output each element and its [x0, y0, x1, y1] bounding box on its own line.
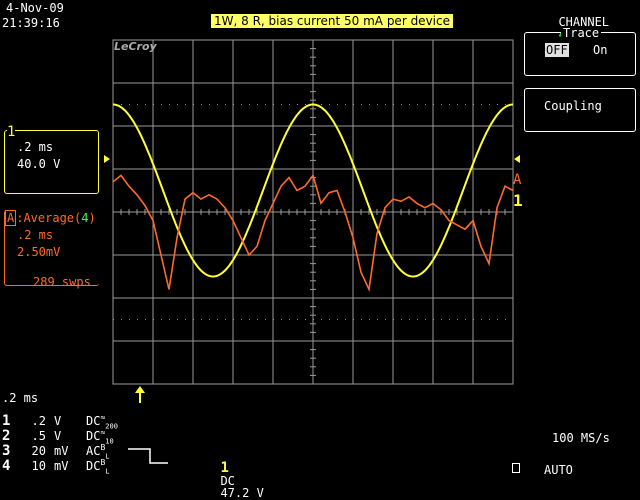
ch-volts: .5	[31, 429, 46, 443]
average-channel: 4	[81, 211, 89, 225]
coupling-menu-button[interactable]: Coupling	[524, 88, 636, 132]
ch-num: 4	[2, 458, 11, 474]
trigger-mode: AUTO	[544, 463, 573, 477]
average-info-panel[interactable]: A:Average(4) .2 ms 2.50mV 289 swps	[4, 210, 99, 289]
timebase-readout: .2 ms	[2, 391, 39, 405]
ch-num: 3	[2, 443, 11, 459]
trace-on-option[interactable]: On	[593, 44, 607, 56]
trigger-level: 47.2 V	[220, 486, 264, 500]
right-offset-marker	[514, 155, 520, 163]
ch-num: 2	[2, 428, 11, 444]
trace-off-option[interactable]: OFF	[545, 43, 569, 57]
average-volts: 2.50mV	[17, 245, 61, 259]
trigger-position-marker	[135, 386, 145, 403]
ch-unit: mV	[54, 444, 69, 458]
average-label: :Average(	[16, 211, 82, 225]
brand-logo: LeCroy	[114, 40, 157, 53]
title-label: 1W, 8 R, bias current 50 mA per device	[211, 14, 453, 28]
trace-menu-title: Trace	[561, 26, 602, 40]
average-id-icon: A	[5, 210, 17, 226]
date-readout: 4-Nov-09	[6, 1, 64, 15]
ch-volts: 10	[31, 459, 46, 473]
ch-coupling: DC	[86, 414, 101, 428]
average-sweeps: 289 swps	[33, 275, 91, 289]
trace1-id: 1	[7, 124, 16, 140]
sample-rate: 100 MS/s	[552, 431, 610, 445]
ch-unit: V	[54, 429, 62, 443]
left-offset-marker	[104, 155, 110, 163]
coupling-label: Coupling	[544, 99, 602, 113]
graticule	[112, 39, 514, 385]
channel-setting-row[interactable]: 4 10 mV DCBL	[2, 459, 110, 475]
channel-setting-row[interactable]: 3 20 mV ACBL	[2, 444, 110, 460]
acquisition-status-icon	[512, 463, 520, 473]
average-timebase: .2 ms	[17, 228, 54, 242]
right-marker-trace1: 1	[513, 191, 523, 210]
ch-bw-sub1: B	[100, 458, 106, 467]
ch-volts: 20	[31, 444, 46, 458]
ch-volts: .2	[31, 414, 46, 428]
ch-coupling: DC	[86, 459, 101, 473]
average-title: A:Average(4)	[5, 210, 96, 226]
channel-setting-row[interactable]: 2.5 V DC≈10	[2, 429, 114, 445]
average-close: )	[88, 211, 96, 225]
ch-unit: mV	[54, 459, 69, 473]
ch-bw-sub1: ≈	[100, 413, 106, 422]
ch-bw-sub1: B	[100, 443, 106, 452]
time-readout: 21:39:16	[2, 16, 60, 30]
ch-num: 1	[2, 413, 11, 429]
right-marker-average: A	[513, 172, 522, 188]
trace1-timebase: .2 ms	[17, 140, 54, 154]
ch-bw-sub1: ≈	[100, 428, 106, 437]
ch-unit: V	[54, 414, 62, 428]
trace1-volts: 40.0 V	[17, 157, 61, 171]
ch-bw-sub2: L	[105, 467, 110, 476]
trace1-info-panel[interactable]: 1 .2 ms 40.0 V	[4, 125, 99, 194]
ch-coupling: AC	[86, 444, 101, 458]
trigger-readout: 1 DC 47.2 V	[206, 449, 264, 500]
trace-menu-button[interactable]: Trace OFF On	[524, 27, 636, 76]
ch-coupling: DC	[86, 429, 101, 443]
trigger-edge-icon	[128, 448, 168, 464]
